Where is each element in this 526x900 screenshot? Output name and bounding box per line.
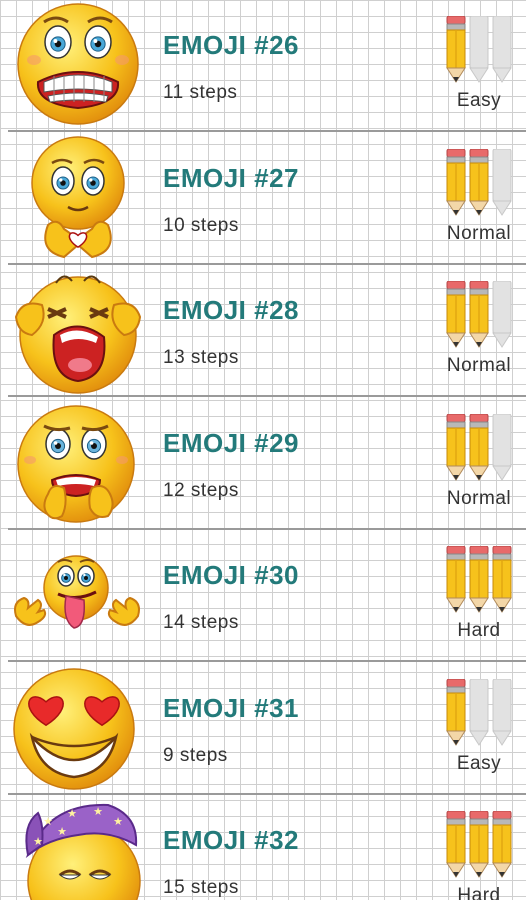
difficulty-meter: [446, 546, 512, 614]
difficulty-meter: [446, 16, 512, 84]
item-steps: 11 steps: [163, 82, 238, 103]
pencil-inactive-icon: [469, 16, 489, 83]
pencil-inactive-icon: [492, 16, 512, 83]
item-title: EMOJI #31: [163, 693, 300, 723]
difficulty-label: Hard: [457, 620, 501, 641]
heart-hands-face-icon: [31, 136, 125, 259]
svg-text:★: ★: [93, 805, 103, 818]
pencil-active-icon: [492, 811, 512, 878]
pencil-active-icon: [469, 149, 489, 216]
item-steps: 9 steps: [163, 745, 228, 766]
svg-text:★: ★: [43, 815, 53, 828]
item-title: EMOJI #30: [163, 560, 300, 590]
svg-text:★: ★: [67, 807, 77, 820]
svg-text:★: ★: [33, 835, 43, 848]
pencil-active-icon: [469, 546, 489, 613]
item-steps: 13 steps: [163, 347, 239, 368]
difficulty-label: Easy: [456, 753, 502, 774]
pencil-active-icon: [446, 811, 466, 878]
emoji-thumbnail: [8, 265, 148, 395]
heart-eyes-face-icon: [13, 668, 135, 790]
item-steps: 14 steps: [163, 612, 239, 633]
item-title: EMOJI #32: [163, 825, 300, 855]
list-item[interactable]: EMOJI #29 12 steps Normal: [0, 398, 526, 530]
list-item[interactable]: EMOJI #30 14 steps Hard: [0, 530, 526, 662]
item-steps: 10 steps: [163, 215, 239, 236]
pencil-inactive-icon: [492, 414, 512, 481]
pencil-active-icon: [446, 281, 466, 348]
list-item[interactable]: EMOJI #28 13 steps Normal: [0, 265, 526, 397]
difficulty-label: Easy: [456, 90, 502, 111]
difficulty-meter: [446, 149, 512, 217]
list-item[interactable]: ★ ★ ★ ★ ★ ★ EMOJI #32 15 steps Hard: [0, 795, 526, 900]
pencil-active-icon: [469, 281, 489, 348]
svg-text:★: ★: [113, 815, 123, 828]
difficulty-label: Hard: [457, 885, 501, 900]
item-steps: 15 steps: [163, 877, 239, 898]
difficulty-label: Normal: [446, 488, 512, 509]
row-divider: [8, 395, 526, 397]
pencil-active-icon: [446, 679, 466, 746]
pencil-active-icon: [469, 811, 489, 878]
pencil-active-icon: [446, 546, 466, 613]
difficulty-meter: [446, 811, 512, 879]
item-title: EMOJI #26: [163, 30, 300, 60]
difficulty-meter: [446, 281, 512, 349]
item-steps: 12 steps: [163, 480, 239, 501]
pencil-inactive-icon: [492, 149, 512, 216]
pencil-active-icon: [469, 414, 489, 481]
item-title: EMOJI #27: [163, 163, 300, 193]
emoji-thumbnail: [8, 133, 148, 263]
emoji-thumbnail: [8, 663, 148, 793]
emoji-thumbnail: [8, 0, 148, 130]
pencil-active-icon: [446, 149, 466, 216]
item-title: EMOJI #29: [163, 428, 300, 458]
nervous-face-icon: [17, 405, 135, 523]
emoji-thumbnail: [8, 398, 148, 528]
difficulty-label: Normal: [446, 355, 512, 376]
list-item[interactable]: EMOJI #27 10 steps Normal: [0, 133, 526, 265]
row-divider: [8, 130, 526, 132]
pencil-inactive-icon: [469, 679, 489, 746]
sleepy-nightcap-face-icon: ★★ ★★★★: [25, 803, 141, 900]
pencil-active-icon: [446, 16, 466, 83]
pencil-active-icon: [492, 546, 512, 613]
pencil-active-icon: [446, 414, 466, 481]
emoji-thumbnail: ★ ★ ★ ★ ★ ★: [8, 795, 148, 900]
grimacing-face-icon: [17, 3, 139, 125]
item-title: EMOJI #28: [163, 295, 300, 325]
svg-text:★: ★: [57, 825, 67, 838]
row-divider: [8, 660, 526, 662]
list-item[interactable]: EMOJI #26 11 steps Easy: [0, 0, 526, 132]
tongue-out-face-icon: [14, 555, 140, 629]
emoji-thumbnail: [8, 530, 148, 660]
difficulty-meter: [446, 679, 512, 747]
pencil-inactive-icon: [492, 281, 512, 348]
list-item[interactable]: EMOJI #31 9 steps Easy: [0, 663, 526, 795]
crying-face-icon: [14, 275, 142, 394]
emoji-list: EMOJI #26 11 steps Easy EMOJI #27 10 steps No…: [0, 0, 526, 900]
difficulty-label: Normal: [446, 223, 512, 244]
difficulty-meter: [446, 414, 512, 482]
pencil-inactive-icon: [492, 679, 512, 746]
